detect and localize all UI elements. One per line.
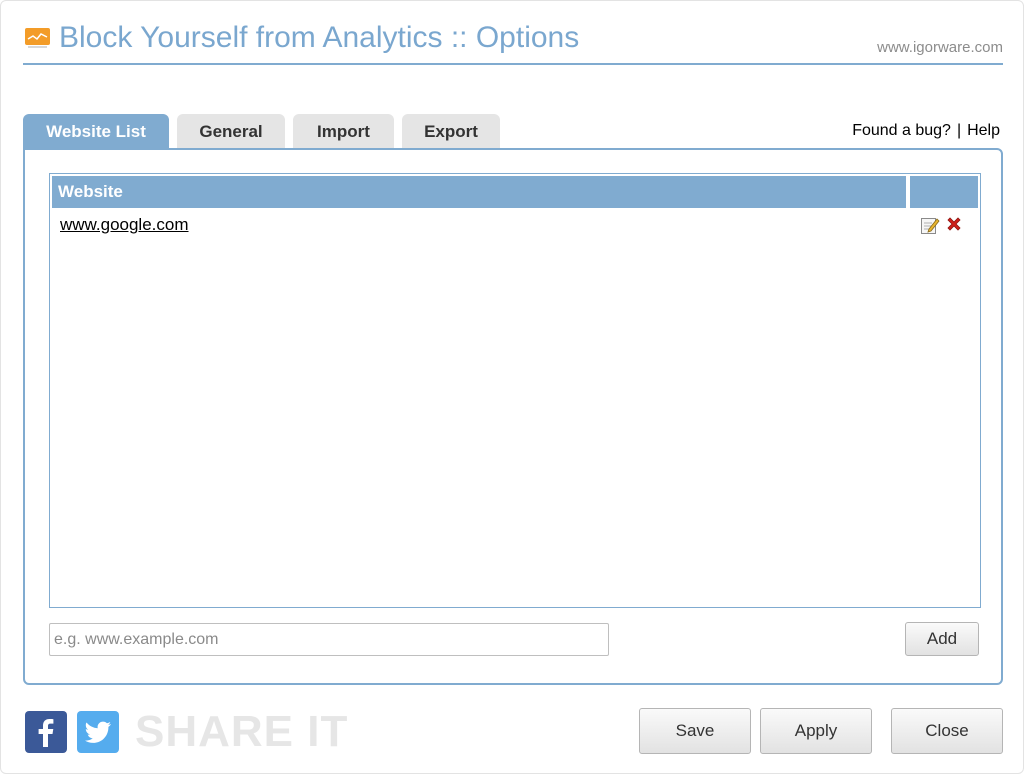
top-links: Found a bug? | Help <box>852 122 1000 140</box>
website-link[interactable]: www.google.com <box>60 215 189 235</box>
edit-icon[interactable] <box>920 215 940 235</box>
twitter-icon[interactable] <box>77 711 119 753</box>
app-logo-icon <box>25 28 50 48</box>
options-window: Block Yourself from Analytics :: Options… <box>0 0 1024 774</box>
website-table: Website www.google.com <box>49 173 981 608</box>
link-separator: | <box>956 122 962 139</box>
website-list-panel: Website www.google.com Add <box>23 148 1003 685</box>
website-input[interactable] <box>49 623 609 656</box>
table-header: Website <box>52 176 978 208</box>
help-link[interactable]: Help <box>967 122 1000 139</box>
delete-icon[interactable] <box>944 214 964 234</box>
table-row: www.google.com <box>52 212 978 238</box>
header: Block Yourself from Analytics :: Options… <box>23 19 1003 65</box>
facebook-icon[interactable] <box>25 711 67 753</box>
page-title: Block Yourself from Analytics :: Options <box>59 21 580 54</box>
tab-import[interactable]: Import <box>293 114 394 149</box>
tab-website-list[interactable]: Website List <box>23 114 169 149</box>
found-bug-link[interactable]: Found a bug? <box>852 122 951 139</box>
column-header-actions <box>910 176 978 208</box>
tab-export[interactable]: Export <box>402 114 500 149</box>
save-button[interactable]: Save <box>639 708 751 754</box>
tab-general[interactable]: General <box>177 114 285 149</box>
share-it-label[interactable]: SHARE IT <box>135 707 348 757</box>
apply-button[interactable]: Apply <box>760 708 872 754</box>
add-button[interactable]: Add <box>905 622 979 656</box>
site-url[interactable]: www.igorware.com <box>877 39 1003 56</box>
column-header-website: Website <box>52 176 906 208</box>
close-button[interactable]: Close <box>891 708 1003 754</box>
